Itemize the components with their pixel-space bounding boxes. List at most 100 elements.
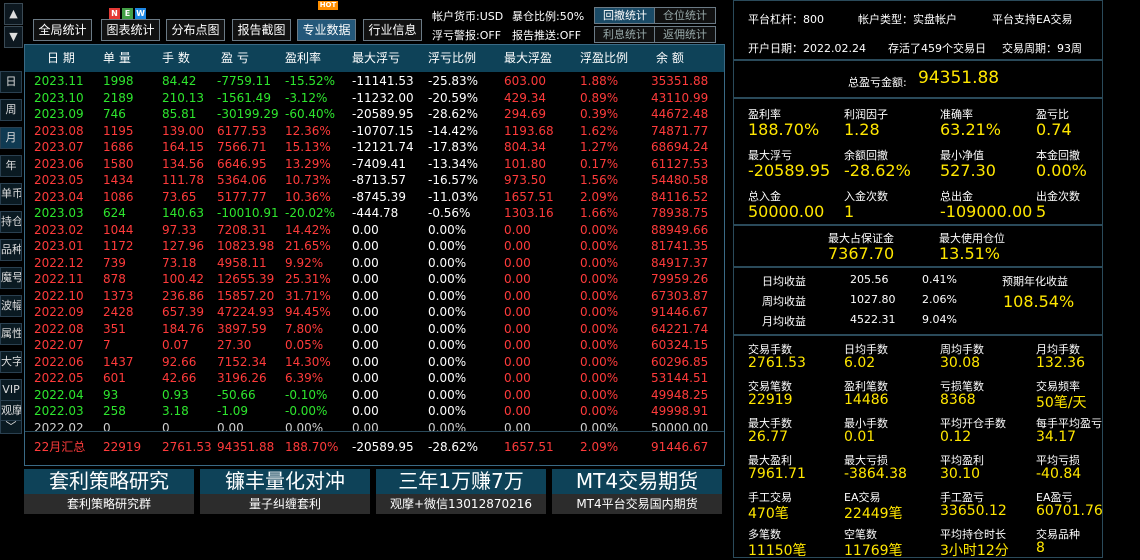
col-profit-rate[interactable]: 盈利率 (285, 45, 321, 72)
tab-year[interactable]: 年 (0, 155, 22, 177)
chart-stats-button[interactable]: 图表统计 (101, 19, 160, 41)
distribution-chart-button[interactable]: 分布点图 (166, 19, 225, 41)
table-cell: 91446.67 (651, 305, 709, 319)
scroll-down-button[interactable]: ▼ (4, 26, 23, 48)
drawdown-stats-button[interactable]: 回撤统计 (594, 7, 656, 24)
metric-value: 1.28 (844, 120, 880, 139)
col-profit[interactable]: 盈 亏 (221, 45, 249, 72)
table-row[interactable]: 2023.01 1172 127.96 10823.98 21.65% 0.00 0.00%… (25, 238, 724, 255)
metric-value: 470笔 (748, 506, 789, 522)
table-cell: -11.03% (428, 189, 479, 204)
tab-month[interactable]: 月 (0, 127, 22, 149)
tab-magic[interactable]: 魔号 (0, 267, 22, 289)
banner-arbitrage-research[interactable]: 套利策略研究 套利策略研究群 (24, 469, 194, 514)
table-cell: 429.34 (504, 90, 546, 105)
banner-quant-hedge[interactable]: 镰丰量化对冲 量子纠缠套利 (200, 469, 370, 514)
col-max-float-profit[interactable]: 最大浮盈 (504, 45, 552, 72)
table-cell: 1657.51 (504, 189, 554, 204)
table-cell: 15.13% (285, 140, 331, 154)
table-row[interactable]: 2023.06 1580 134.56 6646.95 13.29% -7409.41 -1… (25, 156, 724, 173)
summary-divider (25, 431, 724, 432)
industry-info-button[interactable]: 行业信息 (363, 19, 422, 41)
tab-watch[interactable]: 观摩 (0, 400, 22, 422)
tab-attributes[interactable]: 属性 (0, 323, 22, 345)
table-cell: 0.00% (580, 387, 619, 402)
table-cell: 101.80 (504, 156, 546, 171)
interest-stats-button[interactable]: 利息统计 (594, 26, 656, 43)
table-row[interactable]: 2022.06 1437 92.66 7152.34 14.30% 0.00 0.00% 0.… (25, 354, 724, 371)
summary-cell: 1657.51 (504, 440, 554, 454)
col-balance[interactable]: 余 额 (656, 45, 684, 72)
table-cell: 0.00 (504, 387, 531, 402)
max-margin-value: 7367.70 (828, 244, 895, 263)
tab-week[interactable]: 周 (0, 99, 22, 121)
table-row[interactable]: 2023.03 624 140.63 -10010.91 -20.02% -444.78 -… (25, 205, 724, 222)
table-row[interactable]: 2022.09 2428 657.39 47224.93 94.45% 0.00 0.00%… (25, 304, 724, 321)
table-row[interactable]: 2023.04 1086 73.65 5177.77 10.36% -8745.39 -11… (25, 189, 724, 206)
rebate-stats-button[interactable]: 返佣统计 (654, 26, 716, 43)
col-orders[interactable]: 单 量 (103, 45, 131, 72)
tab-symbols[interactable]: 品种 (0, 239, 22, 261)
table-cell: 0.07 (162, 338, 189, 352)
float-loss-alert[interactable]: 浮亏警报:OFF (432, 27, 501, 43)
table-cell: 44672.48 (651, 107, 709, 121)
table-row[interactable]: 2023.09 746 85.81 -30199.29 -60.40% -20589.95… (25, 106, 724, 123)
table-row[interactable]: 2022.10 1373 236.86 15857.20 31.71% 0.00 0.00%… (25, 288, 724, 305)
tab-vip[interactable]: VIP (0, 379, 22, 401)
table-row[interactable]: 2022.02 0 0 0.00 0.00% 0.00 0.00% 0.00 0.00% 5000… (25, 420, 724, 437)
col-lots[interactable]: 手 数 (162, 45, 190, 72)
table-cell: 60296.85 (651, 354, 709, 369)
tab-large-font[interactable]: 大字 (0, 351, 22, 373)
expand-tabs-button[interactable]: ﹀ (0, 420, 22, 434)
tab-positions[interactable]: 持仓 (0, 211, 22, 233)
table-row[interactable]: 2023.10 2189 210.13 -1561.49 -3.12% -11232.00… (25, 90, 724, 107)
scroll-up-button[interactable]: ▲ (4, 3, 23, 25)
table-cell: 0.00% (428, 288, 467, 303)
daily-return-amount: 205.56 (850, 273, 889, 286)
table-cell: 0.00 (352, 338, 379, 352)
table-row[interactable]: 2023.11 1998 84.42 -7759.11 -15.52% -11141.53… (25, 73, 724, 90)
col-float-profit-ratio[interactable]: 浮盈比例 (580, 45, 628, 72)
table-row[interactable]: 2022.03 258 3.18 -1.09 -0.00% 0.00 0.00% 0.00 0.… (25, 403, 724, 420)
table-row[interactable]: 2023.05 1434 111.78 5364.06 10.73% -8713.57 -1… (25, 172, 724, 189)
table-row[interactable]: 2022.12 739 73.18 4958.11 9.92% 0.00 0.00% 0.00… (25, 255, 724, 272)
table-row[interactable]: 2022.05 601 42.66 3196.26 6.39% 0.00 0.00% 0.00… (25, 370, 724, 387)
table-row[interactable]: 2022.11 878 100.42 12655.39 25.31% 0.00 0.00% 0… (25, 271, 724, 288)
table-cell: 42.66 (162, 371, 197, 385)
table-cell: -8745.39 (352, 189, 406, 204)
pro-data-button[interactable]: 专业数据 (297, 19, 356, 41)
table-cell: 0.00 (504, 338, 531, 352)
report-push-status[interactable]: 报告推送:OFF (512, 27, 581, 43)
table-row[interactable]: 2023.08 1195 139.00 6177.53 12.36% -10707.15-… (25, 123, 724, 140)
table-cell: 49998.91 (651, 404, 709, 418)
metric-value: 22449笔 (844, 506, 903, 522)
table-row[interactable]: 2022.07 7 0.07 27.30 0.05% 0.00 0.00% 0.00 0.00%… (25, 337, 724, 354)
tab-single-currency[interactable]: 单币 (0, 183, 22, 205)
banner-title: MT4交易期货 (552, 469, 722, 494)
col-max-float-loss[interactable]: 最大浮亏 (352, 45, 400, 72)
table-row[interactable]: 2022.04 93 0.93 -50.66 -0.10% 0.00 0.00% 0.00 0.… (25, 387, 724, 404)
report-screenshot-button[interactable]: 报告截图 (232, 19, 291, 41)
tab-volatility[interactable]: 波幅 (0, 295, 22, 317)
banner-mt4-futures[interactable]: MT4交易期货 MT4平台交易国内期货 (552, 469, 722, 514)
table-row[interactable]: 2023.02 1044 97.33 7208.31 14.42% 0.00 0.00% 0.… (25, 222, 724, 239)
table-cell: 0.00% (580, 305, 619, 319)
table-cell: 1.62% (580, 123, 619, 138)
col-float-loss-ratio[interactable]: 浮亏比例 (428, 45, 476, 72)
table-cell: 0.00 (504, 255, 531, 270)
metric-value: 0.00% (1036, 161, 1087, 180)
tab-day[interactable]: 日 (0, 71, 22, 93)
metric-value: 30.08 (940, 355, 981, 371)
table-cell: 0.00% (580, 272, 619, 286)
banner-three-years[interactable]: 三年1万赚7万 观摩+微信13012870216 (376, 469, 546, 514)
table-cell: 7208.31 (217, 222, 267, 237)
position-stats-button[interactable]: 仓位统计 (654, 7, 716, 24)
table-row[interactable]: 2022.08 351 184.76 3897.59 7.80% 0.00 0.00% 0.0… (25, 321, 724, 338)
col-date[interactable]: 日 期 (47, 45, 75, 72)
table-row[interactable]: 2023.07 1686 164.15 7566.71 15.13% -12121.74-… (25, 139, 724, 156)
table-cell: 0.00% (285, 420, 324, 435)
metric-value: 1 (844, 202, 855, 221)
global-stats-button[interactable]: 全局统计 (33, 19, 92, 41)
table-cell: 134.56 (162, 156, 204, 171)
table-cell: 1172 (103, 239, 134, 253)
